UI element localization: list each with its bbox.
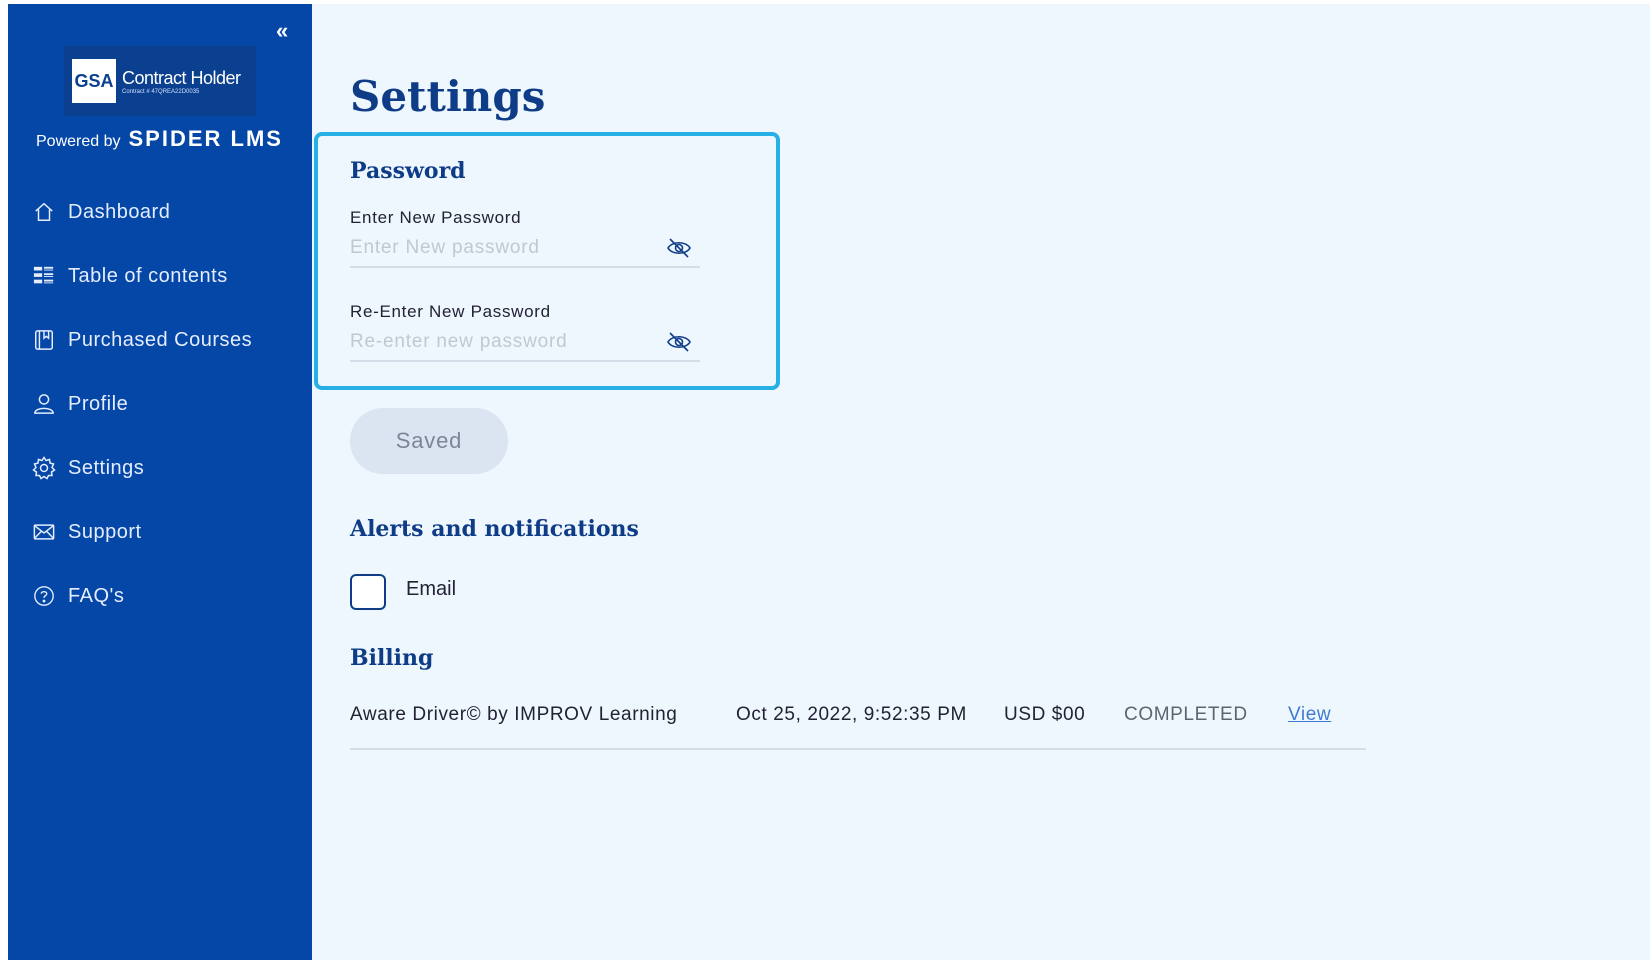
- home-icon: [32, 200, 56, 224]
- logo-text: Contract Holder Contract # 47QREA22D0035: [122, 68, 241, 95]
- question-icon: [32, 584, 56, 608]
- reenter-password-field: [350, 324, 700, 362]
- alerts-section-title: Alerts and notifications: [350, 516, 639, 542]
- collapse-sidebar-button[interactable]: «: [276, 18, 288, 44]
- sidebar-item-table-of-contents[interactable]: Table of contents: [32, 244, 302, 308]
- billing-status: COMPLETED: [1124, 704, 1248, 725]
- eye-off-icon[interactable]: [666, 238, 692, 258]
- sidebar-nav: Dashboard Table of contents Purchased Co…: [32, 180, 302, 628]
- spider-lms-logo: SPIDER LMS: [128, 126, 283, 151]
- eye-off-icon[interactable]: [666, 332, 692, 352]
- billing-date: Oct 25, 2022, 9:52:35 PM: [736, 704, 967, 725]
- new-password-input[interactable]: [350, 237, 650, 259]
- page-title: Settings: [350, 72, 546, 121]
- new-password-label: Enter New Password: [350, 208, 522, 227]
- logo-title: Contract Holder: [122, 67, 241, 88]
- password-section: Password Enter New Password Re-Enter New…: [314, 132, 780, 390]
- user-icon: [32, 392, 56, 416]
- logo-subtitle: Contract # 47QREA22D0035: [122, 88, 200, 95]
- gsa-mark: GSA: [72, 59, 116, 103]
- sidebar-item-profile[interactable]: Profile: [32, 372, 302, 436]
- sidebar-item-label: Support: [68, 520, 142, 543]
- reenter-password-input[interactable]: [350, 331, 650, 353]
- sidebar-item-label: FAQ's: [68, 584, 125, 607]
- sidebar: « GSA Contract Holder Contract # 47QREA2…: [8, 4, 312, 960]
- saved-button[interactable]: Saved: [350, 408, 508, 474]
- billing-course: Aware Driver© by IMPROV Learning: [350, 704, 678, 725]
- sidebar-item-label: Purchased Courses: [68, 328, 253, 351]
- reenter-password-label: Re-Enter New Password: [350, 302, 551, 321]
- sidebar-item-faqs[interactable]: FAQ's: [32, 564, 302, 628]
- email-checkbox[interactable]: [350, 574, 386, 610]
- sidebar-item-label: Table of contents: [68, 264, 228, 287]
- gsa-logo: GSA Contract Holder Contract # 47QREA22D…: [64, 46, 256, 116]
- sidebar-item-settings[interactable]: Settings: [32, 436, 302, 500]
- main-content: Settings Password Enter New Password Re-…: [312, 4, 1650, 960]
- powered-by-label: Powered by: [36, 133, 121, 150]
- email-checkbox-label: Email: [406, 578, 457, 600]
- sidebar-item-dashboard[interactable]: Dashboard: [32, 180, 302, 244]
- book-icon: [32, 328, 56, 352]
- billing-amount: USD $00: [1004, 704, 1086, 725]
- table-row: Aware Driver© by IMPROV Learning Oct 25,…: [350, 696, 1366, 750]
- sidebar-item-support[interactable]: Support: [32, 500, 302, 564]
- password-section-title: Password: [350, 158, 466, 184]
- mail-icon: [32, 520, 56, 544]
- billing-section-title: Billing: [350, 645, 434, 671]
- app-window: « GSA Contract Holder Contract # 47QREA2…: [8, 4, 1650, 960]
- billing-view-link[interactable]: View: [1288, 704, 1331, 726]
- powered-by: Powered by SPIDER LMS: [36, 126, 283, 152]
- sidebar-item-label: Profile: [68, 392, 129, 415]
- new-password-field: [350, 230, 700, 268]
- sidebar-item-purchased-courses[interactable]: Purchased Courses: [32, 308, 302, 372]
- sidebar-item-label: Settings: [68, 456, 145, 479]
- table-of-contents-icon: [32, 264, 56, 288]
- sidebar-item-label: Dashboard: [68, 200, 171, 223]
- gear-icon: [32, 456, 56, 480]
